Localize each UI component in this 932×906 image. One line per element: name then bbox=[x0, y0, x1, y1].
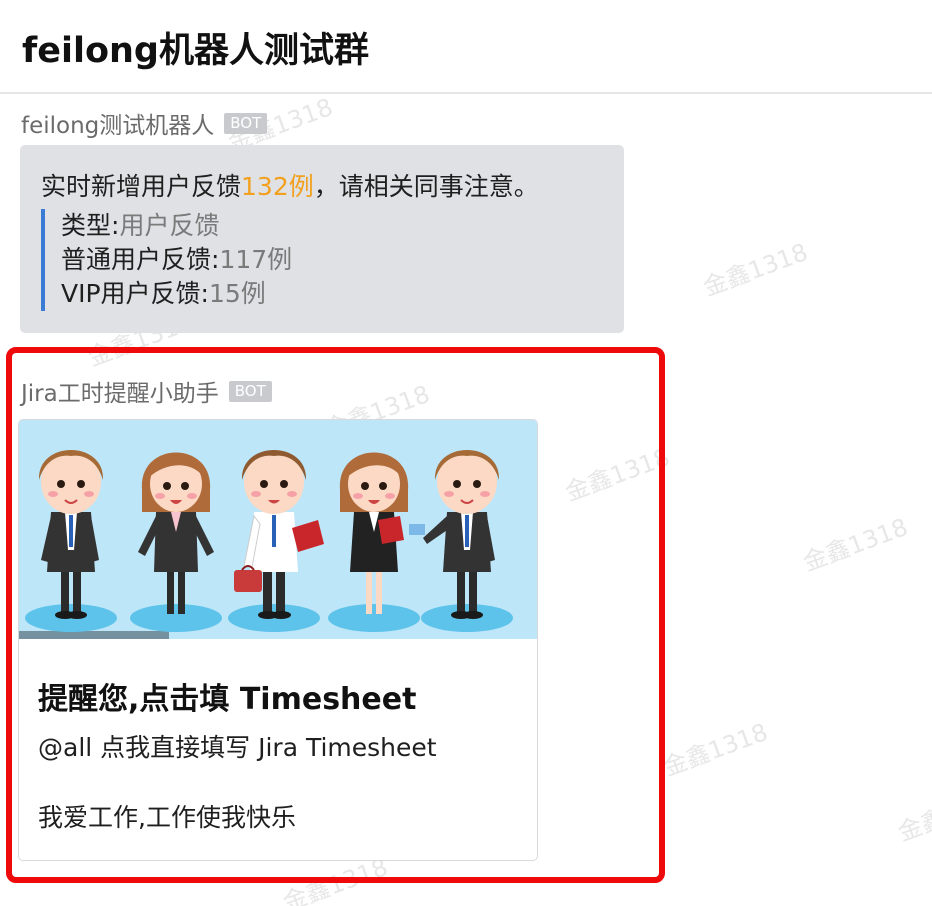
card-title[interactable]: 提醒您,点击填 Timesheet bbox=[38, 674, 416, 718]
watermark: 金鑫1318 bbox=[894, 783, 932, 847]
message-quote: 类型:用户反馈 普通用户反馈:117例 VIP用户反馈:15例 bbox=[41, 209, 441, 311]
chat-header: feilong机器人测试群 bbox=[0, 0, 932, 94]
chat-window: feilong机器人测试群 金鑫1318 金鑫1318 金鑫1318 金鑫131… bbox=[0, 0, 932, 906]
sender-name[interactable]: feilong测试机器人 bbox=[21, 106, 214, 140]
watermark: 金鑫1318 bbox=[699, 238, 812, 302]
quote-value: 用户反馈 bbox=[119, 211, 220, 240]
quote-row-type: 类型:用户反馈 bbox=[61, 209, 441, 243]
quote-value: 15例 bbox=[208, 279, 266, 308]
message-text: 实时新增用户反馈132例，请相关同事注意。 bbox=[41, 167, 539, 203]
card-subtitle[interactable]: @all 点我直接填写 Jira Timesheet bbox=[38, 728, 437, 764]
card-text: 我爱工作,工作使我快乐 bbox=[38, 803, 296, 832]
message-sender-row: Jira工时提醒小助手 BOT bbox=[21, 374, 272, 408]
quote-value: 117例 bbox=[219, 245, 293, 274]
feedback-count: 132例 bbox=[241, 172, 314, 201]
sender-name[interactable]: Jira工时提醒小助手 bbox=[21, 374, 219, 408]
message-text-suffix: ，请相关同事注意。 bbox=[313, 172, 539, 201]
timesheet-card[interactable]: 提醒您,点击填 Timesheet @all 点我直接填写 Jira Times… bbox=[18, 419, 538, 861]
card-banner-image bbox=[19, 420, 537, 639]
bot-badge: BOT bbox=[224, 112, 268, 134]
quote-row-vip: VIP用户反馈:15例 bbox=[61, 277, 441, 311]
message-bubble: 实时新增用户反馈132例，请相关同事注意。 类型:用户反馈 普通用户反馈:117… bbox=[20, 145, 624, 333]
watermark: 金鑫1318 bbox=[799, 513, 912, 577]
quote-label: 类型: bbox=[61, 211, 120, 240]
quote-row-normal: 普通用户反馈:117例 bbox=[61, 243, 441, 277]
quote-label: 普通用户反馈: bbox=[61, 245, 220, 274]
quote-label: VIP用户反馈: bbox=[61, 279, 209, 308]
message-text-prefix: 实时新增用户反馈 bbox=[41, 172, 242, 201]
watermark: 金鑫1318 bbox=[659, 718, 772, 782]
bot-badge: BOT bbox=[228, 380, 272, 402]
message-sender-row: feilong测试机器人 BOT bbox=[21, 106, 268, 140]
chat-title: feilong机器人测试群 bbox=[22, 31, 369, 71]
